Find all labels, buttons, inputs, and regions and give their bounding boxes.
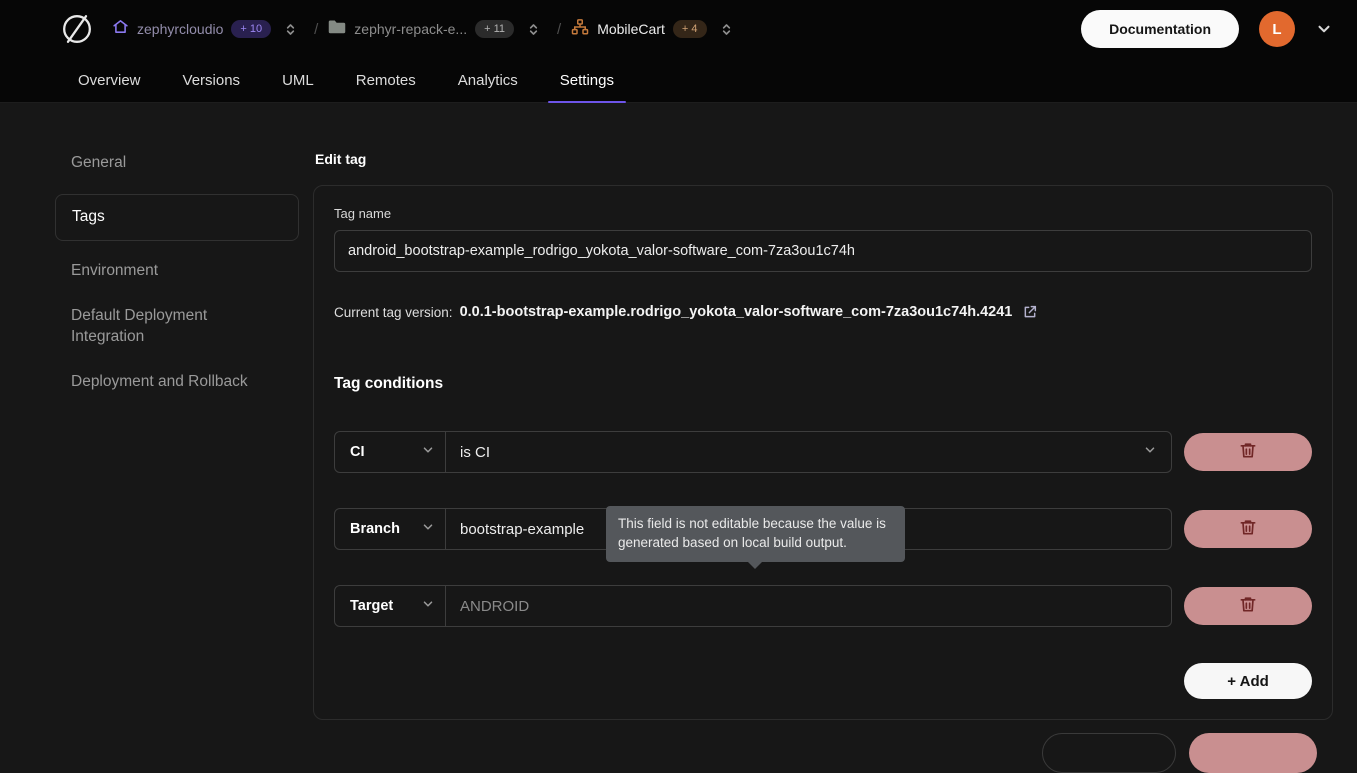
delete-condition-button[interactable] [1184, 587, 1312, 625]
tag-conditions-title: Tag conditions [334, 375, 1312, 393]
sidebar-item-default-deployment-integration[interactable]: Default Deployment Integration [55, 294, 299, 360]
breadcrumb-org[interactable]: zephyrcloudio + 10 [110, 14, 273, 44]
chevron-down-icon [421, 520, 435, 538]
app-selector-chevrons-icon[interactable] [717, 20, 736, 39]
chevron-down-icon [421, 597, 435, 615]
breadcrumb: zephyrcloudio + 10 / zephyr-repack-e... … [110, 14, 742, 45]
breadcrumb-app-label: MobileCart [597, 21, 665, 37]
condition-type-label: CI [350, 444, 365, 460]
bottom-secondary-button-partial[interactable] [1042, 733, 1176, 773]
current-tag-version-line: Current tag version: 0.0.1-bootstrap-exa… [334, 304, 1312, 320]
page-title: Edit tag [315, 151, 366, 167]
delete-condition-button[interactable] [1184, 510, 1312, 548]
chevron-down-icon [1143, 443, 1157, 461]
user-avatar[interactable]: L [1259, 11, 1295, 47]
current-tag-version-value: 0.0.1-bootstrap-example.rodrigo_yokota_v… [460, 304, 1013, 320]
condition-type-label: Branch [350, 521, 400, 537]
condition-row-ci: CI is CI [334, 431, 1312, 473]
zephyr-logo-icon [58, 10, 96, 48]
settings-sidebar: General Tags Environment Default Deploym… [55, 141, 299, 405]
tab-versions[interactable]: Versions [181, 58, 243, 103]
edit-tag-card: Tag name Current tag version: 0.0.1-boot… [313, 185, 1333, 720]
tab-settings[interactable]: Settings [558, 58, 616, 103]
breadcrumb-repo-label: zephyr-repack-e... [354, 21, 467, 37]
tab-remotes[interactable]: Remotes [354, 58, 418, 103]
repo-selector-chevrons-icon[interactable] [524, 20, 543, 39]
repo-count-badge: + 11 [475, 20, 514, 38]
documentation-button[interactable]: Documentation [1081, 10, 1239, 48]
condition-value-select-ci[interactable]: is CI [446, 431, 1172, 473]
delete-condition-button[interactable] [1184, 433, 1312, 471]
header-right: Documentation L [1081, 10, 1333, 48]
sidebar-item-general[interactable]: General [55, 141, 299, 186]
trash-icon [1238, 440, 1258, 465]
breadcrumb-separator: / [314, 21, 318, 38]
condition-value-input-target [460, 598, 1157, 615]
breadcrumb-separator: / [557, 21, 561, 38]
app-count-badge: + 4 [673, 20, 707, 38]
add-condition-button[interactable]: + Add [1184, 663, 1312, 699]
condition-row-target: Target [334, 585, 1312, 627]
header-top-row: zephyrcloudio + 10 / zephyr-repack-e... … [0, 0, 1357, 58]
account-chevron-down-icon[interactable] [1315, 20, 1333, 38]
breadcrumb-app[interactable]: MobileCart + 4 [569, 14, 708, 45]
modules-icon [571, 18, 589, 41]
sidebar-item-tags[interactable]: Tags [55, 194, 299, 241]
condition-value-label: is CI [460, 444, 490, 461]
tab-analytics[interactable]: Analytics [456, 58, 520, 103]
app-header: zephyrcloudio + 10 / zephyr-repack-e... … [0, 0, 1357, 103]
external-link-icon[interactable] [1022, 304, 1038, 320]
tag-name-label: Tag name [334, 206, 1312, 221]
trash-icon [1238, 594, 1258, 619]
main-nav-tabs: Overview Versions UML Remotes Analytics … [0, 58, 1357, 103]
folder-icon [328, 19, 346, 39]
condition-type-label: Target [350, 598, 393, 614]
org-selector-chevrons-icon[interactable] [281, 20, 300, 39]
sidebar-item-deployment-and-rollback[interactable]: Deployment and Rollback [55, 360, 299, 405]
tab-overview[interactable]: Overview [76, 58, 143, 103]
org-count-badge: + 10 [231, 20, 271, 38]
condition-type-dropdown-ci[interactable]: CI [334, 431, 446, 473]
bottom-primary-button-partial[interactable] [1189, 733, 1317, 773]
breadcrumb-repo[interactable]: zephyr-repack-e... + 11 [326, 15, 516, 43]
home-icon [112, 18, 129, 40]
trash-icon [1238, 517, 1258, 542]
not-editable-tooltip: This field is not editable because the v… [606, 506, 905, 562]
chevron-down-icon [421, 443, 435, 461]
tab-uml[interactable]: UML [280, 58, 316, 103]
current-tag-version-label: Current tag version: [334, 305, 453, 320]
add-row: + Add [334, 663, 1312, 699]
breadcrumb-org-label: zephyrcloudio [137, 21, 223, 37]
condition-type-dropdown-branch[interactable]: Branch [334, 508, 446, 550]
condition-type-dropdown-target[interactable]: Target [334, 585, 446, 627]
condition-value-field-target [446, 585, 1172, 627]
tag-name-input[interactable] [334, 230, 1312, 272]
sidebar-item-environment[interactable]: Environment [55, 249, 299, 294]
